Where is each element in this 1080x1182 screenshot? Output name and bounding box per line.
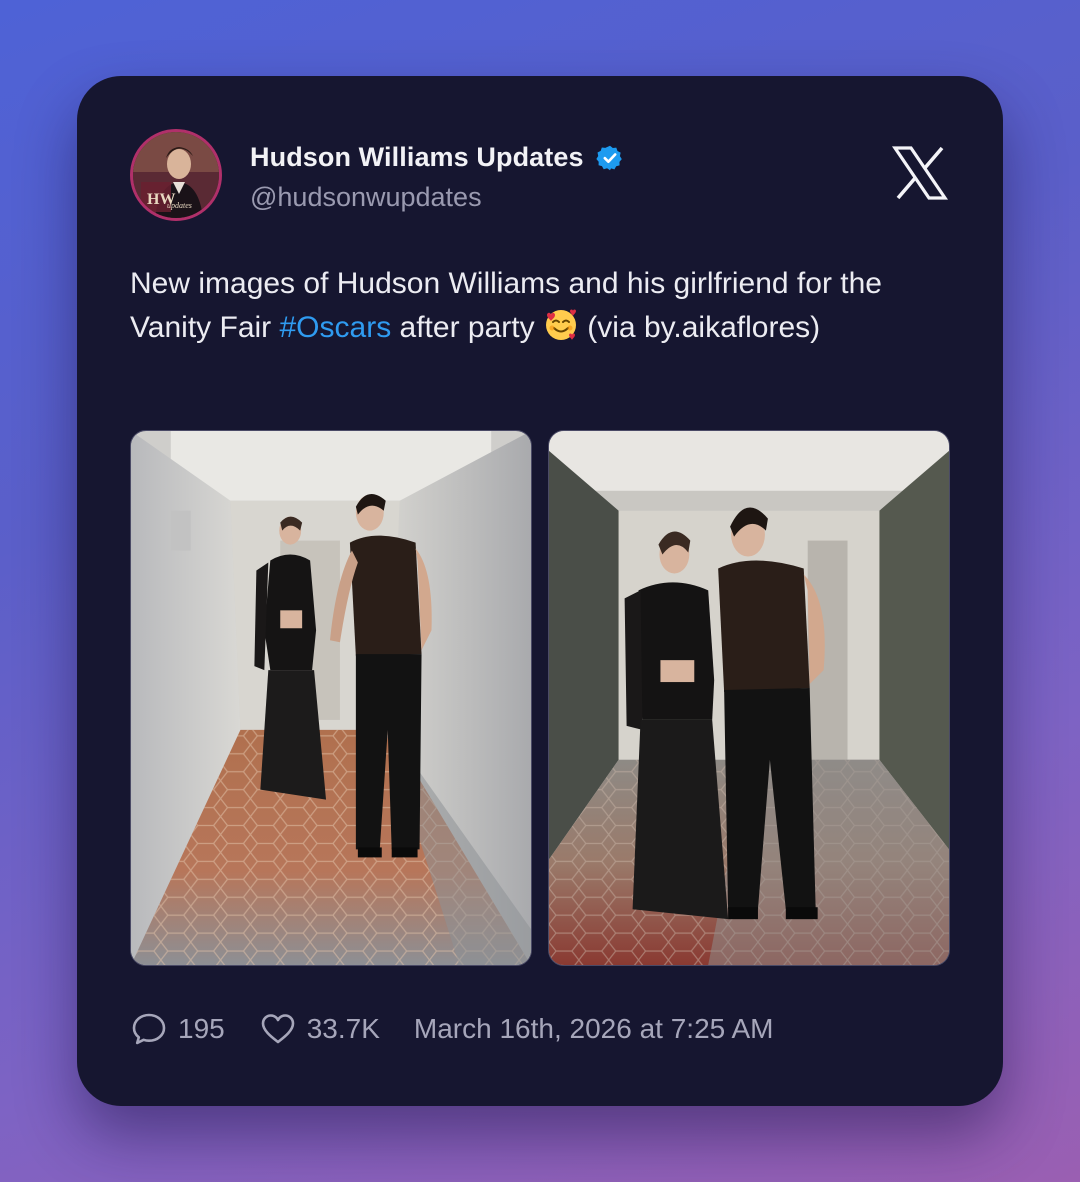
hallway-photo-walking <box>131 431 531 965</box>
smiling-face-with-hearts-emoji <box>545 309 576 340</box>
author-avatar[interactable]: HW updates <box>130 129 222 221</box>
author-display-name[interactable]: Hudson Williams Updates <box>250 142 584 173</box>
tweet-card: HW updates Hudson Williams Updates @huds… <box>77 76 1003 1106</box>
svg-text:updates: updates <box>167 201 192 210</box>
author-name-row: Hudson Williams Updates <box>250 142 624 173</box>
tweet-timestamp[interactable]: March 16th, 2026 at 7:25 AM <box>414 1013 774 1045</box>
tweet-photo-1[interactable] <box>130 430 532 966</box>
x-logo-icon[interactable] <box>891 144 949 202</box>
tweet-text-part: after party <box>391 311 543 344</box>
tweet-text-part: (via by.aikaflores) <box>578 311 821 344</box>
tweet-photo-2[interactable] <box>548 430 950 966</box>
heart-icon <box>261 1014 295 1044</box>
like-count[interactable]: 33.7K <box>259 1010 380 1048</box>
reply-icon <box>132 1013 166 1045</box>
reply-count[interactable]: 195 <box>130 1010 225 1048</box>
author-handle[interactable]: @hudsonwupdates <box>250 182 482 213</box>
like-count-value: 33.7K <box>306 1013 380 1044</box>
tweet-text: New images of Hudson Williams and his gi… <box>130 262 960 350</box>
avatar-image: HW updates <box>133 132 219 218</box>
hashtag-link[interactable]: #Oscars <box>280 311 392 344</box>
hallway-photo-posing <box>549 431 949 965</box>
reply-count-value: 195 <box>178 1013 225 1044</box>
verified-badge-icon <box>595 145 622 170</box>
tweet-footer: 195 33.7K March 16th, 2026 at 7:25 AM <box>130 1010 773 1048</box>
